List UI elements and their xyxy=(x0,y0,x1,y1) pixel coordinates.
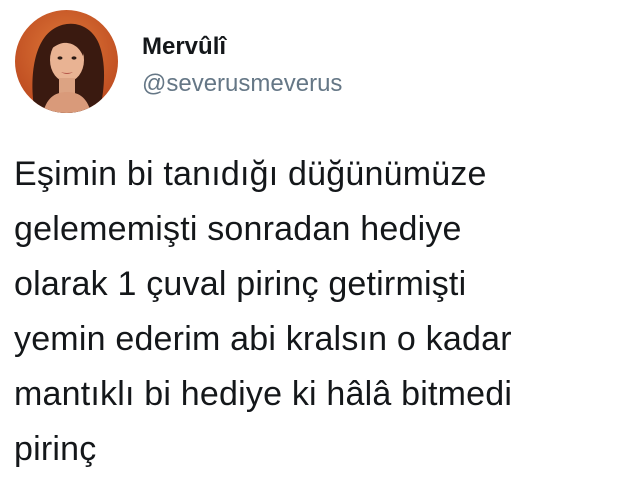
avatar[interactable] xyxy=(15,10,118,113)
tweet-text-line: Eşimin bi tanıdığı düğünümüze xyxy=(14,155,487,193)
display-name[interactable]: Mervûlî xyxy=(142,33,226,61)
profile-photo-avatar xyxy=(15,10,118,113)
tweet-text-line: olarak 1 çuval pirinç getirmişti xyxy=(14,265,467,303)
tweet-text: Eşimin bi tanıdığı düğünümüze gelememişt… xyxy=(14,147,626,477)
tweet-text-line: mantıklı bi hediye ki hâlâ bitmedi xyxy=(14,375,513,413)
tweet-card: Mervûlî @severusmeverus Eşimin bi tanıdı… xyxy=(0,0,635,473)
tweet-text-line: pirinç xyxy=(14,430,97,468)
tweet-text-line: gelememişti sonradan hediye xyxy=(14,210,462,248)
tweet-text-line: yemin ederim abi kralsın o kadar xyxy=(14,320,512,358)
user-handle[interactable]: @severusmeverus xyxy=(142,70,342,98)
